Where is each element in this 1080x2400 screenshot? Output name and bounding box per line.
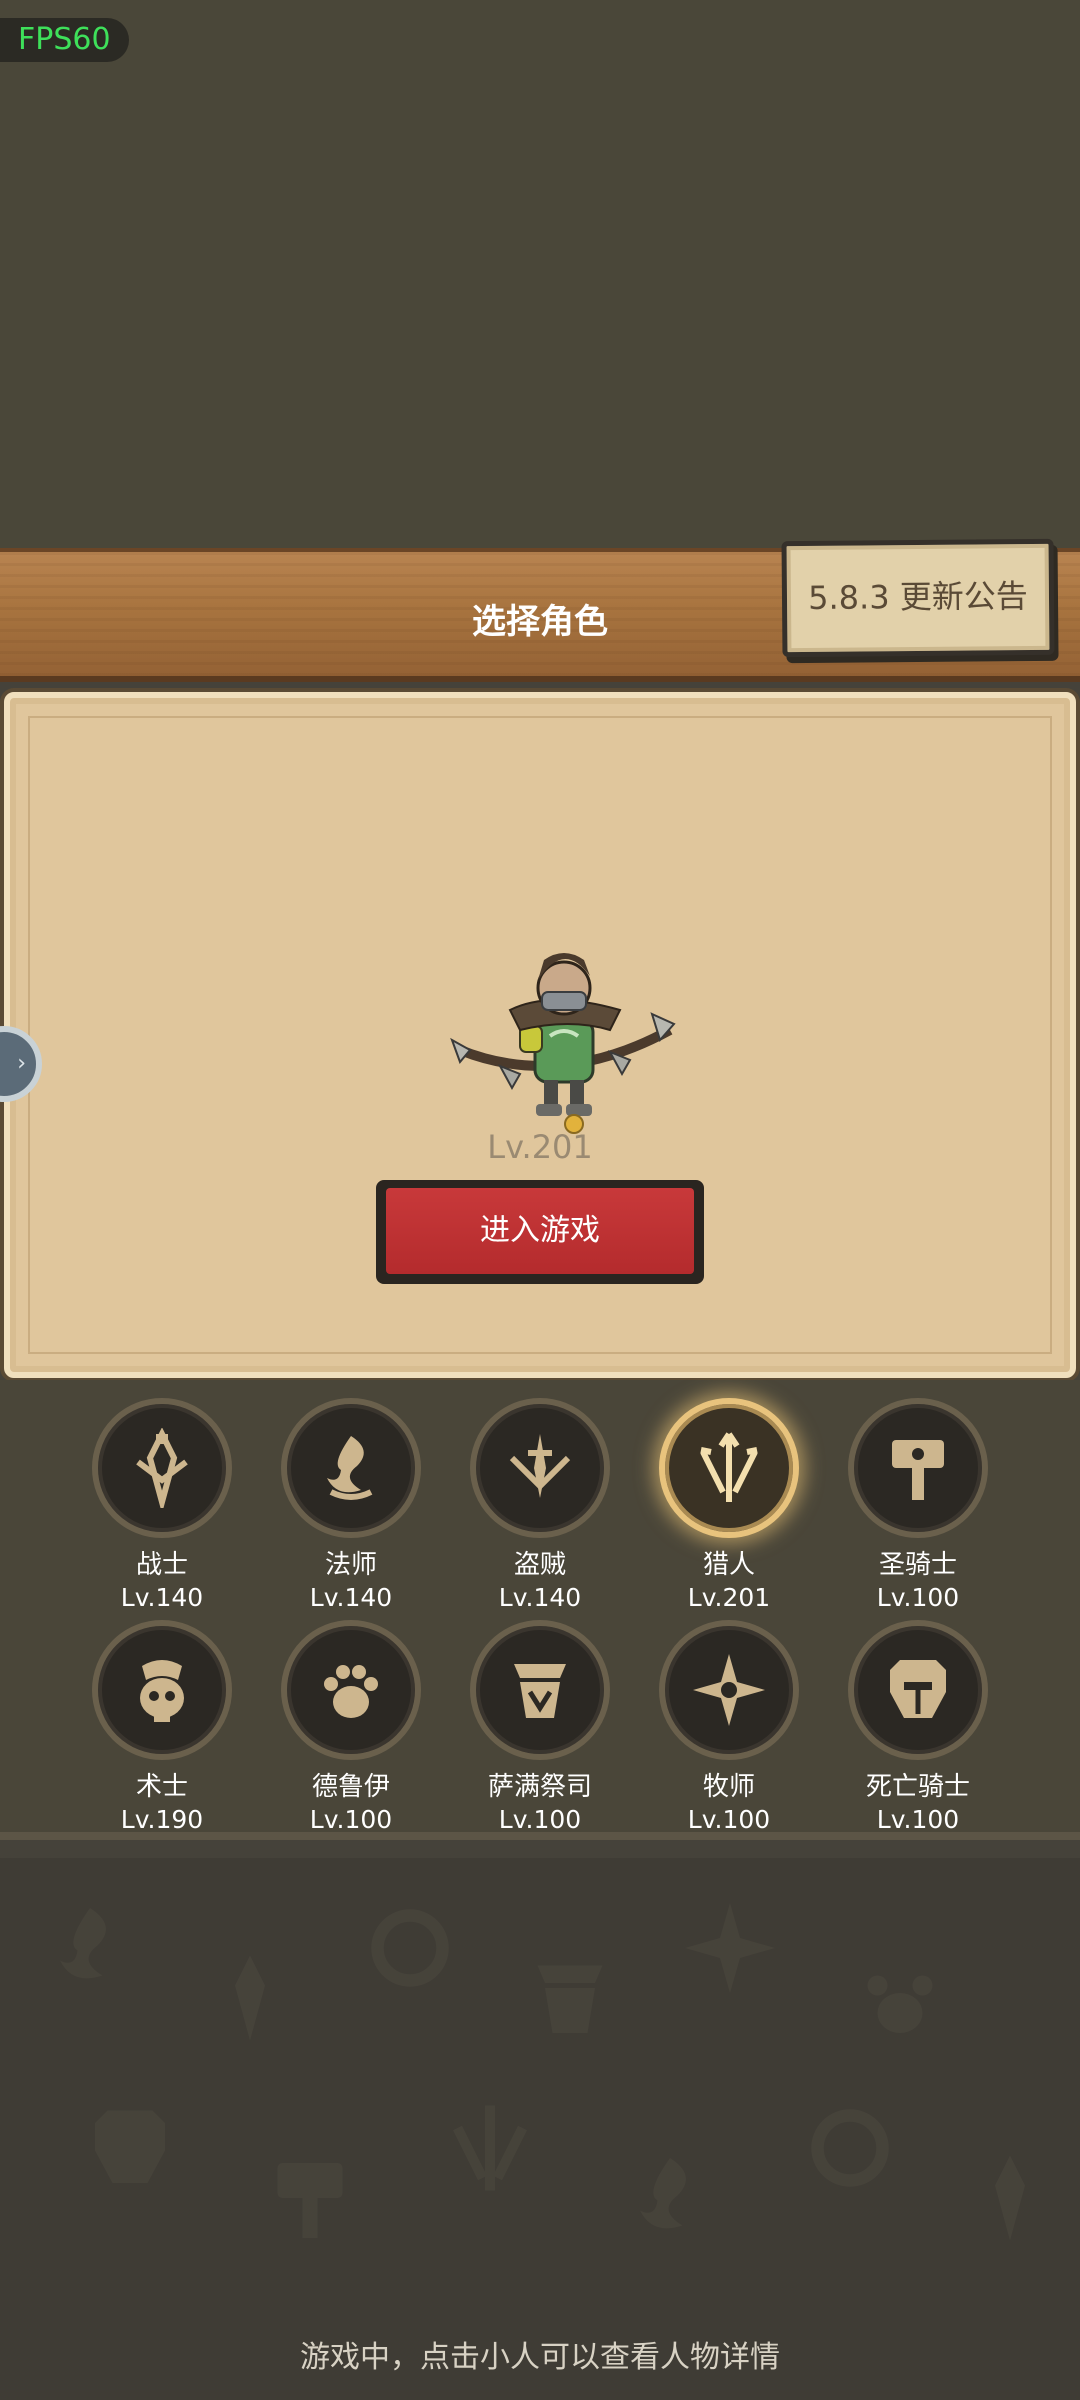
- warrior-icon: [92, 1398, 232, 1538]
- background-glyph-icon: [60, 1908, 106, 1979]
- background-glyph-icon: [371, 1909, 449, 1987]
- top-empty-area: [0, 0, 1080, 548]
- background-glyph-icon: [453, 2105, 527, 2191]
- class-name: 萨满祭司: [487, 1772, 592, 1802]
- class-name: 盗贼: [513, 1550, 566, 1580]
- enter-game-label: 进入游戏: [386, 1188, 694, 1274]
- class-option-priest[interactable]: 牧师 Lv.100: [644, 1620, 814, 1834]
- class-option-death-knight[interactable]: 死亡骑士 Lv.100: [833, 1620, 1003, 1834]
- class-level: Lv.140: [120, 1583, 204, 1612]
- druid-icon: [281, 1620, 421, 1760]
- class-level: Lv.201: [687, 1583, 771, 1612]
- shaman-icon: [470, 1620, 610, 1760]
- class-name: 法师: [324, 1550, 377, 1580]
- class-option-mage[interactable]: 法师 Lv.140: [266, 1398, 436, 1612]
- paladin-icon: [848, 1398, 988, 1538]
- class-option-druid[interactable]: 德鲁伊 Lv.100: [266, 1620, 436, 1834]
- class-name: 猎人: [702, 1550, 755, 1580]
- class-level: Lv.140: [309, 1583, 393, 1612]
- background-glyph-icon: [537, 1965, 603, 2033]
- class-option-warrior[interactable]: 战士 Lv.140: [77, 1398, 247, 1612]
- class-option-shaman[interactable]: 萨满祭司 Lv.100: [455, 1620, 625, 1834]
- background-pattern: [0, 1858, 1080, 2400]
- tip-text: 游戏中，点击小人可以查看人物详情: [300, 2340, 780, 2375]
- warlock-icon: [92, 1620, 232, 1760]
- hero-level-label: Lv.201: [487, 1128, 593, 1166]
- handle-arrow-icon: ›: [17, 1051, 26, 1076]
- class-option-rogue[interactable]: 盗贼 Lv.140: [455, 1398, 625, 1612]
- background-glyph-icon: [640, 2158, 686, 2229]
- rogue-icon: [470, 1398, 610, 1538]
- class-name: 德鲁伊: [311, 1772, 390, 1802]
- update-notice-button[interactable]: 5.8.3 更新公告: [781, 538, 1055, 658]
- class-level: Lv.100: [309, 1805, 393, 1834]
- class-level: Lv.100: [876, 1583, 960, 1612]
- death-knight-icon: [848, 1620, 988, 1760]
- class-option-paladin[interactable]: 圣骑士 Lv.100: [833, 1398, 1003, 1612]
- priest-icon: [659, 1620, 799, 1760]
- class-name: 圣骑士: [878, 1550, 957, 1580]
- class-option-hunter[interactable]: 猎人 Lv.201: [644, 1398, 814, 1612]
- class-name: 术士: [135, 1772, 188, 1802]
- class-level: Lv.100: [498, 1805, 582, 1834]
- class-level: Lv.100: [876, 1805, 960, 1834]
- class-name: 战士: [135, 1550, 188, 1580]
- class-name: 死亡骑士: [865, 1772, 970, 1802]
- class-level: Lv.190: [120, 1805, 204, 1834]
- class-option-warlock[interactable]: 术士 Lv.190: [77, 1620, 247, 1834]
- background-glyph-icon: [995, 2155, 1025, 2241]
- background-glyph-icon: [277, 2163, 343, 2238]
- hunter-icon: [659, 1398, 799, 1538]
- fps-counter: FPS60: [0, 18, 129, 62]
- background-glyph-icon: [685, 1903, 775, 1993]
- background-glyph-icon: [867, 1975, 933, 2033]
- class-name: 牧师: [702, 1772, 755, 1802]
- hunter-character-sprite[interactable]: [440, 940, 680, 1140]
- background-glyph-icon: [811, 2109, 889, 2187]
- mage-icon: [281, 1398, 421, 1538]
- background-glyph-icon: [95, 2110, 165, 2183]
- background-glyph-icon: [235, 1955, 265, 2041]
- class-level: Lv.140: [498, 1583, 582, 1612]
- enter-game-button[interactable]: 进入游戏: [376, 1180, 704, 1284]
- class-level: Lv.100: [687, 1805, 771, 1834]
